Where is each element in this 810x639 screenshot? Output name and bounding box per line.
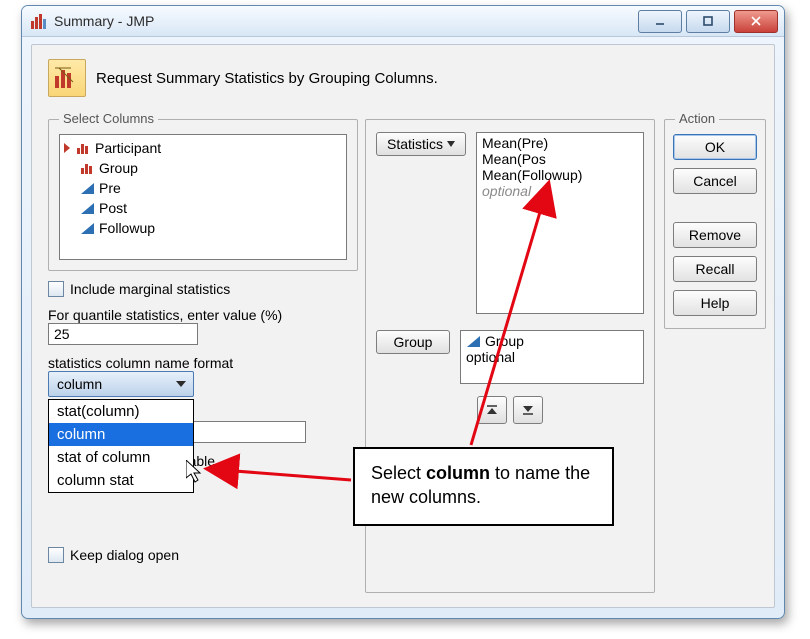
- annotation-arrow-left: [0, 0, 810, 639]
- annotation-text-pre: Select: [371, 463, 426, 483]
- annotation-text-bold: column: [426, 463, 490, 483]
- annotation-callout: Select column to name the new columns.: [353, 447, 614, 526]
